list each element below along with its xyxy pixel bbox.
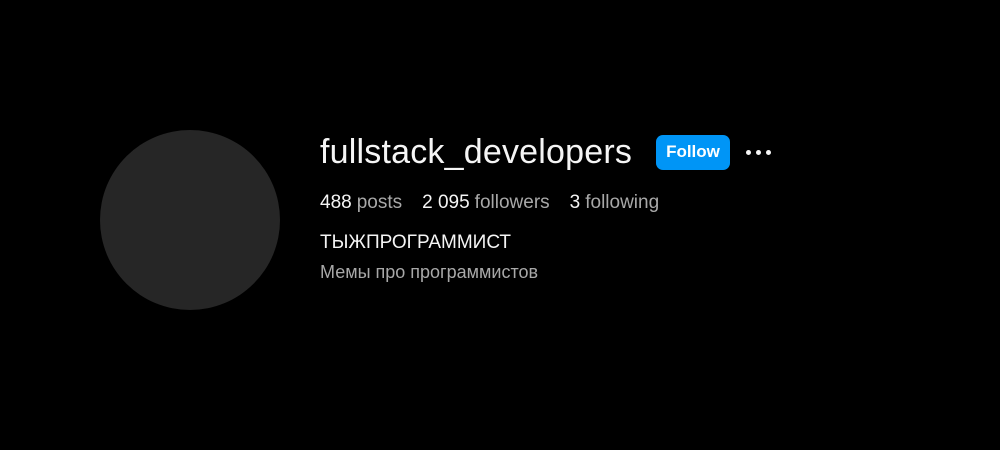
follow-button[interactable]: Follow (656, 134, 730, 170)
full-name: ТЫЖПРОГРАММИСТ (320, 232, 512, 253)
followers-link[interactable]: 2 095 followers (422, 190, 550, 216)
followers-number: 2 095 (422, 192, 470, 213)
more-horizontal-icon (746, 149, 752, 155)
posts-number: 488 (320, 192, 352, 213)
more-horizontal-icon (756, 149, 762, 155)
more-horizontal-icon (766, 149, 772, 155)
followers-label: followers (474, 192, 550, 213)
profile-header: fullstack_developers Follow (320, 130, 776, 174)
bio-text: Мемы про программистов (320, 262, 539, 282)
following-link[interactable]: 3 following (570, 190, 660, 216)
posts-label: posts (356, 192, 403, 213)
avatar[interactable] (100, 130, 280, 310)
more-options-button[interactable] (742, 135, 776, 170)
following-number: 3 (569, 192, 581, 213)
posts-count: 488 posts (320, 190, 402, 216)
profile-stats: 488 posts 2 095 followers 3 following (320, 190, 679, 216)
following-label: following (585, 192, 660, 213)
username: fullstack_developers (320, 133, 633, 171)
